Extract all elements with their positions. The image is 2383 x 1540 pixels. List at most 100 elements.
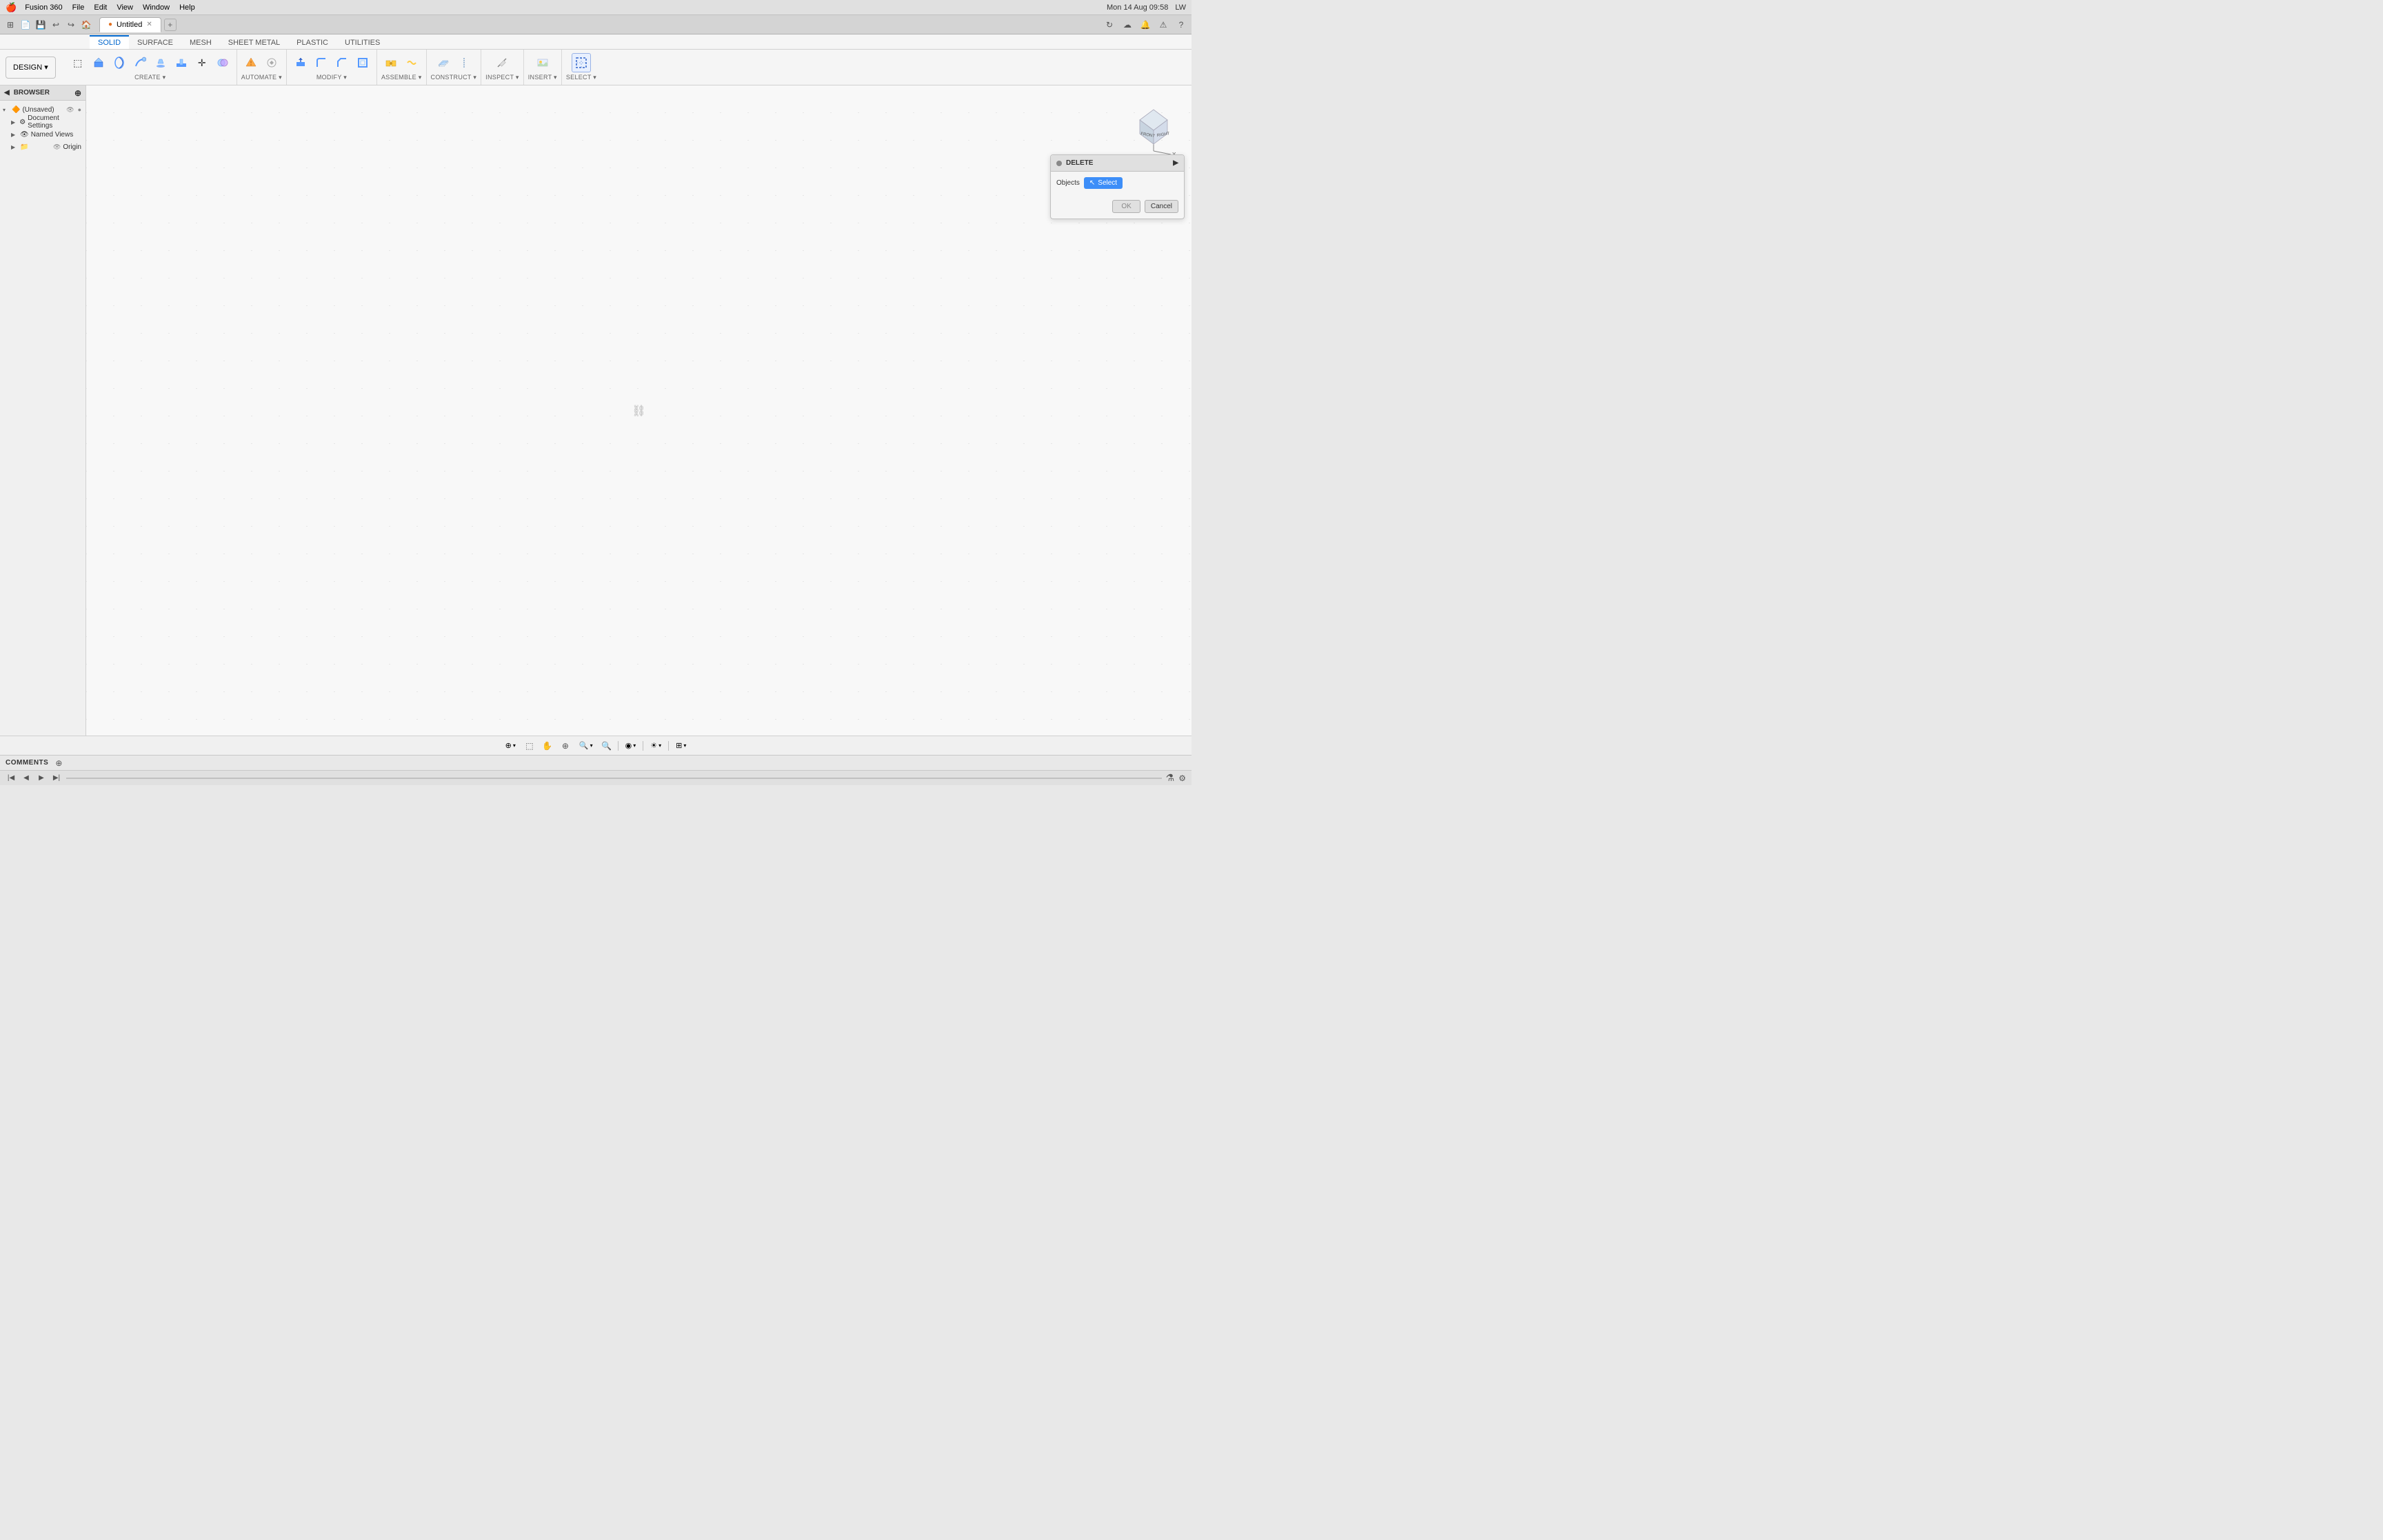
offset-plane-tool[interactable] — [434, 53, 453, 72]
shell-tool[interactable] — [353, 53, 372, 72]
browser-title: BROWSER — [14, 89, 50, 97]
delete-panel-expand-arrow[interactable]: ▶ — [1173, 159, 1178, 167]
new-component-tool[interactable]: ⬚ — [68, 53, 88, 72]
save-icon[interactable]: 💾 — [34, 19, 47, 31]
automate-label[interactable]: AUTOMATE ▾ — [241, 74, 282, 81]
comments-add-btn[interactable]: ⊕ — [55, 758, 62, 768]
add-tab-btn[interactable]: + — [164, 19, 177, 31]
zoom-in-btn[interactable]: 🔍 — [600, 739, 614, 753]
menu-window[interactable]: Window — [143, 3, 170, 12]
tab-solid[interactable]: SOLID — [90, 35, 129, 49]
create-label[interactable]: CREATE ▾ — [134, 74, 165, 81]
construct-label[interactable]: CONSTRUCT ▾ — [431, 74, 477, 81]
pan-tool-btn[interactable]: ✋ — [541, 739, 554, 753]
revolve-tool[interactable] — [110, 53, 129, 72]
cloud-icon[interactable]: ☁ — [1121, 19, 1134, 31]
menu-help[interactable]: Help — [179, 3, 195, 12]
menu-file[interactable]: File — [72, 3, 85, 12]
tab-sheet-metal[interactable]: SHEET METAL — [220, 35, 288, 49]
zoom-dropdown-arrow: ▾ — [590, 742, 593, 749]
press-pull-tool[interactable] — [291, 53, 310, 72]
canvas-area[interactable]: ⛓ Z X FRONT RIGHT — [86, 85, 1192, 736]
automate-tool-1[interactable] — [241, 53, 261, 72]
tab-utilities[interactable]: UTILITIES — [336, 35, 388, 49]
joint-tool[interactable] — [381, 53, 401, 72]
notification-bell-icon[interactable]: 🔔 — [1139, 19, 1152, 31]
timeline-filter-btn[interactable]: ⚗ — [1166, 772, 1175, 784]
zoom-level-btn[interactable]: 🔍 ▾ — [576, 739, 596, 753]
menu-edit[interactable]: Edit — [94, 3, 107, 12]
help-circle-icon[interactable]: ? — [1175, 19, 1187, 31]
cancel-button[interactable]: Cancel — [1145, 200, 1178, 213]
midplane-tool[interactable] — [454, 53, 474, 72]
workspace-tabs: SOLID SURFACE MESH SHEET METAL PLASTIC U… — [0, 34, 1192, 50]
refresh-icon[interactable]: ↻ — [1103, 19, 1116, 31]
env-dropdown-arrow: ▾ — [658, 742, 661, 749]
move-copy-tool[interactable]: ✛ — [192, 53, 212, 72]
select-tool[interactable] — [572, 53, 591, 72]
timeline-forward-btn[interactable]: ▶| — [51, 773, 62, 784]
display-mode-btn[interactable]: ⊞ ▾ — [673, 739, 689, 753]
tree-item-named-views[interactable]: ▶ 👁 Named Views — [0, 128, 86, 141]
unsaved-label: (Unsaved) — [22, 106, 54, 114]
browser-collapse-btn[interactable]: ◀ — [4, 89, 10, 97]
timeline-start-btn[interactable]: |◀ — [6, 773, 17, 784]
eye-icon-unsaved[interactable]: 👁 — [66, 106, 74, 114]
design-dropdown-btn[interactable]: DESIGN ▾ — [6, 57, 56, 79]
eye-icon-origin[interactable]: 👁 — [53, 143, 61, 151]
tree-item-origin[interactable]: ▶ 📁 👁 Origin — [0, 141, 86, 153]
fillet-tool[interactable] — [312, 53, 331, 72]
select-label[interactable]: SELECT ▾ — [566, 74, 596, 81]
insert-label[interactable]: INSERT ▾ — [528, 74, 557, 81]
bottom-toolbar: ⊕ ▾ ⬚ ✋ ⊕ 🔍 ▾ 🔍 ◉ ▾ ☀ ▾ ⊞ ▾ — [0, 736, 1192, 755]
display-mode-arrow: ▾ — [683, 742, 686, 749]
ok-button[interactable]: OK — [1112, 200, 1140, 213]
view-cube[interactable]: Z X FRONT RIGHT — [1126, 96, 1181, 160]
menu-fusion360[interactable]: Fusion 360 — [25, 3, 62, 12]
select-button[interactable]: ↖ Select — [1084, 177, 1123, 189]
delete-panel-dot — [1056, 161, 1062, 166]
insert-image-tool[interactable] — [533, 53, 552, 72]
environment-btn[interactable]: ☀ ▾ — [647, 739, 664, 753]
home-icon[interactable]: 🏠 — [80, 19, 92, 31]
apple-icon[interactable]: 🍎 — [6, 2, 17, 13]
grid-icon[interactable]: ⊞ — [4, 19, 17, 31]
tab-close-btn[interactable]: ✕ — [146, 21, 152, 28]
unsaved-badge: ● — [78, 106, 81, 113]
motion-link-tool[interactable] — [402, 53, 421, 72]
chamfer-tool[interactable] — [332, 53, 352, 72]
measure-tool[interactable] — [492, 53, 512, 72]
timeline-play-btn[interactable]: ▶ — [36, 773, 47, 784]
tab-title: Untitled — [117, 21, 142, 29]
tab-surface[interactable]: SURFACE — [129, 35, 181, 49]
inspect-label[interactable]: INSPECT ▾ — [485, 74, 519, 81]
active-tab[interactable]: ● Untitled ✕ — [99, 17, 161, 32]
assemble-label[interactable]: ASSEMBLE ▾ — [381, 74, 422, 81]
warning-icon[interactable]: ⚠ — [1157, 19, 1169, 31]
title-bar-left: 🍎 Fusion 360 File Edit View Window Help — [6, 2, 195, 13]
menu-view[interactable]: View — [117, 3, 133, 12]
browser-header: ◀ BROWSER ⊕ — [0, 85, 86, 101]
undo-icon[interactable]: ↩ — [50, 19, 62, 31]
cursor-icon: ↖ — [1089, 179, 1095, 187]
visual-style-btn[interactable]: ◉ ▾ — [623, 739, 639, 753]
automate-tool-2[interactable] — [262, 53, 281, 72]
user-initials: LW — [1175, 3, 1186, 12]
tab-plastic[interactable]: PLASTIC — [288, 35, 336, 49]
extrude-tool[interactable] — [89, 53, 108, 72]
loft-tool[interactable] — [151, 53, 170, 72]
boolean-tool[interactable] — [213, 53, 232, 72]
zoom-fit-btn[interactable]: ⊕ — [559, 739, 572, 753]
redo-icon[interactable]: ↪ — [65, 19, 77, 31]
display-settings-btn[interactable]: ⊕ ▾ — [503, 739, 519, 753]
rib-tool[interactable] — [172, 53, 191, 72]
new-file-icon[interactable]: 📄 — [19, 19, 32, 31]
timeline-back-btn[interactable]: ◀ — [21, 773, 32, 784]
tree-item-doc-settings[interactable]: ▶ ⚙ Document Settings — [0, 116, 86, 128]
grid-toggle-btn[interactable]: ⬚ — [523, 739, 536, 753]
timeline-settings-btn[interactable]: ⚙ — [1178, 773, 1186, 783]
modify-label[interactable]: MODIFY ▾ — [316, 74, 347, 81]
sweep-tool[interactable] — [130, 53, 150, 72]
browser-add-btn[interactable]: ⊕ — [74, 88, 81, 98]
tab-mesh[interactable]: MESH — [181, 35, 220, 49]
